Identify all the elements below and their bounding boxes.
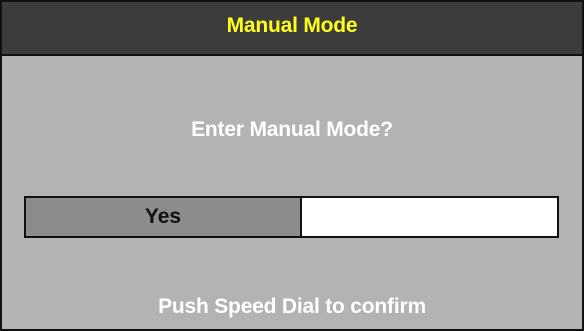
manual-mode-screen: Manual Mode Enter Manual Mode? Yes Push … bbox=[0, 0, 584, 331]
blank-option[interactable] bbox=[302, 198, 557, 236]
confirm-hint: Push Speed Dial to confirm bbox=[158, 295, 426, 318]
option-selector: Yes bbox=[24, 196, 559, 238]
yes-option[interactable]: Yes bbox=[26, 198, 302, 236]
yes-option-label: Yes bbox=[144, 205, 182, 228]
confirmation-question: Enter Manual Mode? bbox=[191, 118, 393, 141]
title-bar: Manual Mode bbox=[2, 2, 582, 56]
screen-title: Manual Mode bbox=[226, 14, 358, 37]
